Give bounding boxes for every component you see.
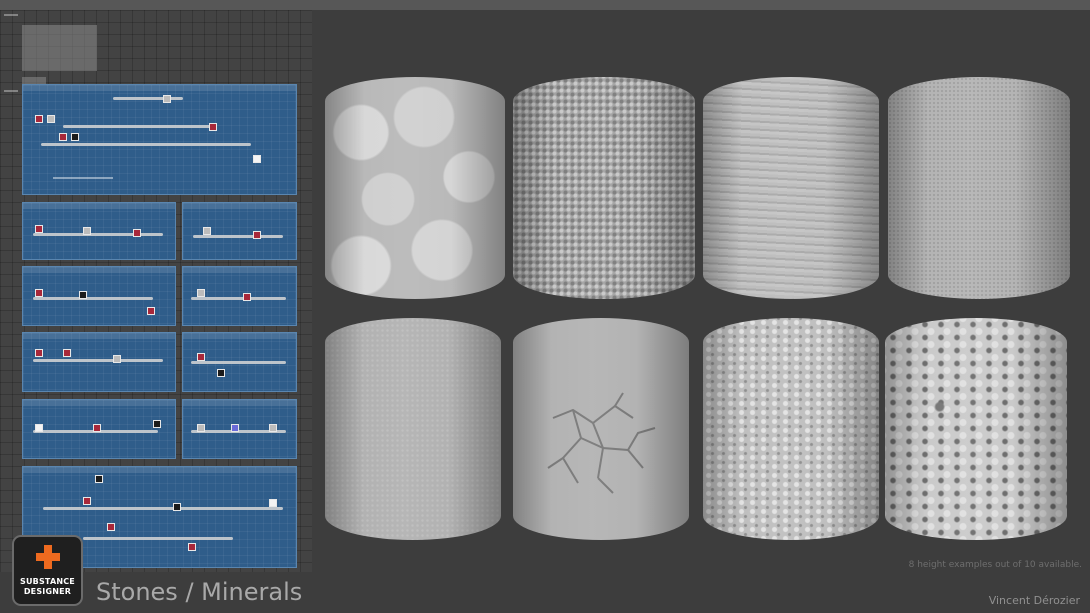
graph-frame[interactable]: [182, 202, 297, 260]
graph-node[interactable]: [269, 499, 277, 507]
graph-node[interactable]: [133, 229, 141, 237]
frame-header: [183, 203, 296, 209]
graph-link: [113, 97, 183, 100]
graph-node[interactable]: [35, 115, 43, 123]
graph-node[interactable]: [231, 424, 239, 432]
graph-node[interactable]: [163, 95, 171, 103]
graph-node[interactable]: [83, 227, 91, 235]
page-title: Stones / Minerals: [96, 578, 303, 606]
graph-node[interactable]: [253, 231, 261, 239]
graph-frame[interactable]: [22, 332, 176, 392]
material-preview-layered[interactable]: [703, 77, 879, 299]
logo-line-2: DESIGNER: [23, 587, 72, 596]
graph-node[interactable]: [59, 133, 67, 141]
graph-node[interactable]: [197, 289, 205, 297]
material-preview-rough-plaster[interactable]: [325, 318, 501, 540]
graph-node[interactable]: [197, 424, 205, 432]
graph-note: [53, 177, 113, 179]
graph-node[interactable]: [203, 227, 211, 235]
graph-node[interactable]: [107, 523, 115, 531]
graph-node[interactable]: [35, 289, 43, 297]
graph-link: [41, 143, 251, 146]
frame-header: [23, 467, 296, 473]
material-preview-cracked[interactable]: [513, 318, 689, 540]
graph-node[interactable]: [173, 503, 181, 511]
graph-node[interactable]: [153, 420, 161, 428]
frame-header: [23, 85, 296, 91]
crack-pattern: [547, 392, 656, 494]
graph-frame[interactable]: [22, 84, 297, 195]
graph-node[interactable]: [35, 424, 43, 432]
graph-node[interactable]: [147, 307, 155, 315]
graph-link: [191, 297, 286, 300]
frame-header: [23, 203, 175, 209]
graph-node[interactable]: [95, 475, 103, 483]
top-bar: [0, 0, 1090, 10]
graph-node[interactable]: [93, 424, 101, 432]
frame-header: [23, 333, 175, 339]
examples-caption: 8 height examples out of 10 available.: [908, 560, 1082, 570]
graph-link: [191, 361, 286, 364]
graph-node[interactable]: [35, 225, 43, 233]
graph-node[interactable]: [79, 291, 87, 299]
panel-label: [4, 14, 18, 16]
graph-frame[interactable]: [22, 202, 176, 260]
graph-node[interactable]: [243, 293, 251, 301]
material-preview-pebbles[interactable]: [325, 77, 505, 299]
graph-node[interactable]: [197, 353, 205, 361]
graph-node[interactable]: [71, 133, 79, 141]
graph-node[interactable]: [253, 155, 261, 163]
graph-node[interactable]: [63, 349, 71, 357]
graph-frame[interactable]: [182, 266, 297, 326]
graph-link: [63, 125, 213, 128]
graph-link: [193, 235, 283, 238]
graph-frame[interactable]: [182, 399, 297, 459]
graph-comment[interactable]: [22, 25, 97, 71]
graph-frame[interactable]: [22, 266, 176, 326]
graph-node[interactable]: [217, 369, 225, 377]
panel-label: [4, 90, 18, 92]
graph-link: [33, 297, 153, 300]
frame-header: [183, 267, 296, 273]
graph-node[interactable]: [269, 424, 277, 432]
frame-header: [23, 400, 175, 406]
material-preview-fine-grain[interactable]: [888, 77, 1070, 299]
frame-header: [23, 267, 175, 273]
author-name: Vincent Dérozier: [988, 594, 1080, 607]
node-graph-panel[interactable]: [0, 10, 312, 572]
material-preview-speckled[interactable]: [703, 318, 879, 540]
logo-line-1: SUBSTANCE: [20, 577, 75, 586]
graph-frame[interactable]: [22, 399, 176, 459]
graph-node[interactable]: [35, 349, 43, 357]
graph-link: [33, 359, 163, 362]
graph-frame[interactable]: [182, 332, 297, 392]
graph-link: [43, 507, 283, 510]
graph-link: [83, 537, 233, 540]
graph-node[interactable]: [113, 355, 121, 363]
material-preview-eroded[interactable]: [885, 318, 1067, 540]
frame-header: [183, 333, 296, 339]
graph-link: [33, 233, 163, 236]
plus-icon: [36, 545, 60, 569]
graph-node[interactable]: [188, 543, 196, 551]
material-preview-porous[interactable]: [513, 77, 695, 299]
graph-node[interactable]: [83, 497, 91, 505]
substance-designer-logo: SUBSTANCE DESIGNER: [12, 535, 83, 606]
frame-header: [183, 400, 296, 406]
graph-node[interactable]: [47, 115, 55, 123]
graph-node[interactable]: [209, 123, 217, 131]
